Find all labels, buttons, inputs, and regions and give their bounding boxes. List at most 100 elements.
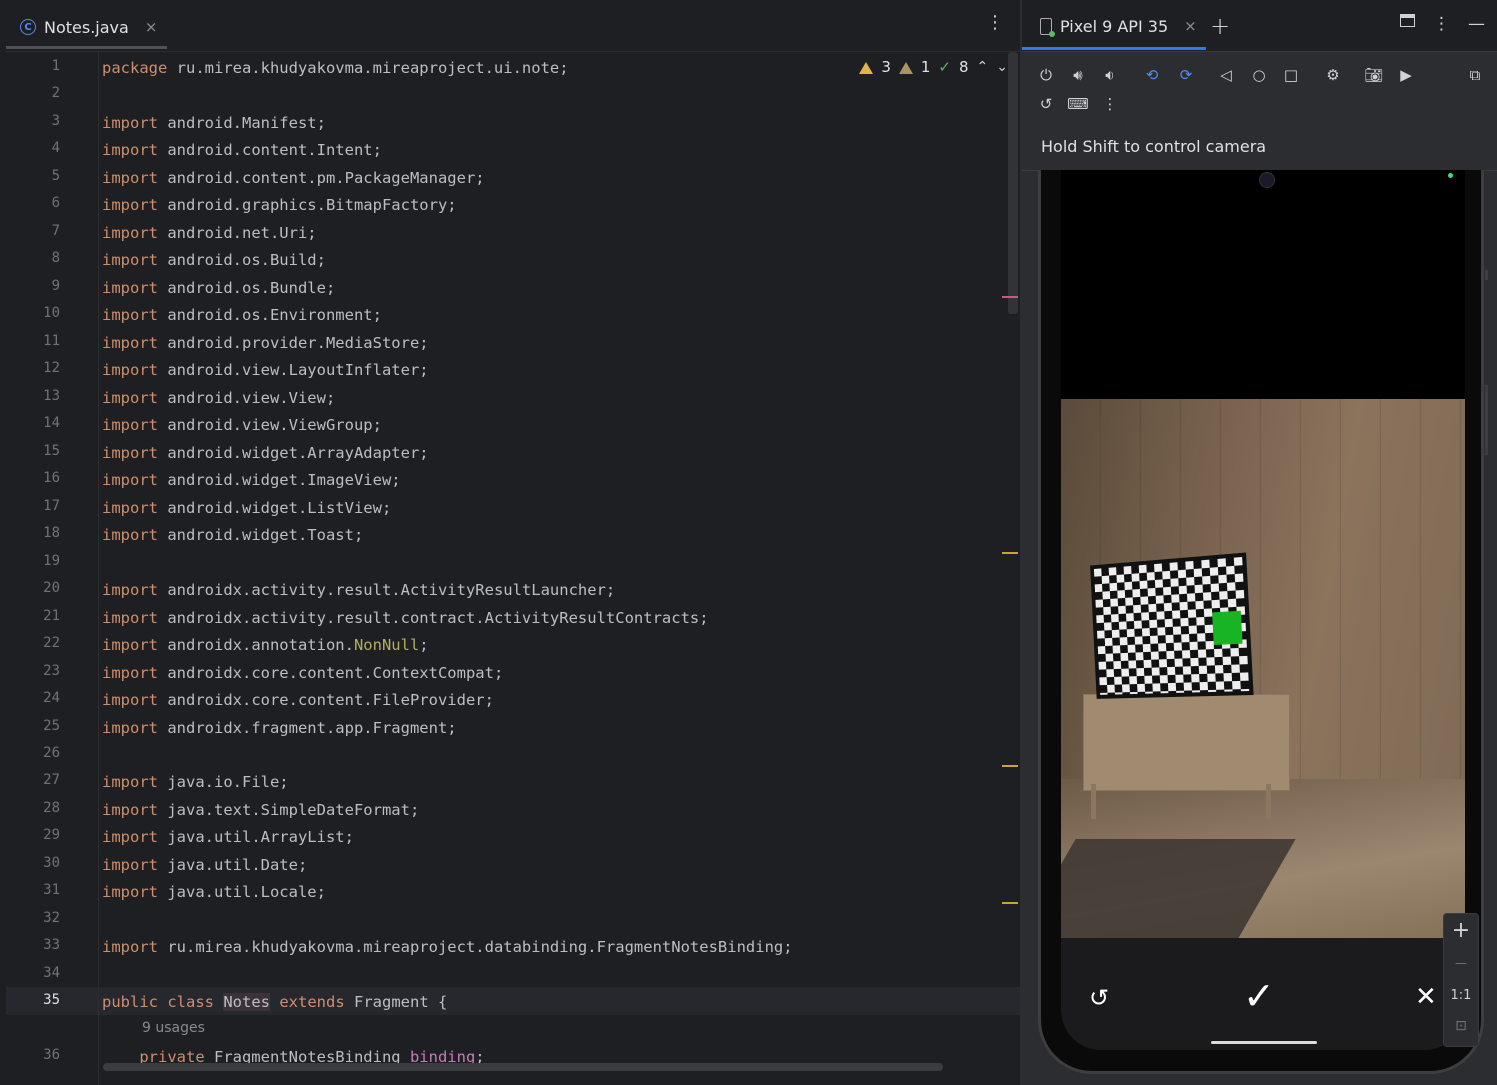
line-number: 24 xyxy=(43,690,60,707)
phone-frame: ↺ ✓ ✕ xyxy=(1038,170,1488,1074)
line-number: 6 xyxy=(51,195,60,212)
code-token: java.util.Date; xyxy=(167,855,308,874)
close-device-tab-icon[interactable]: × xyxy=(1184,17,1197,35)
phone-side-button xyxy=(1485,270,1488,280)
code-line[interactable]: import android.widget.ImageView; xyxy=(102,468,401,492)
zoom-actual-size-button[interactable]: 1:1 xyxy=(1444,988,1478,1003)
emulator-toolbar: ⏻ 🔊︎ 🔉︎ ⟲ ⟳ ◁ ○ □ ⚙ 📷︎ ▶ ⧉ ↺ ⌨ ⋮ xyxy=(1022,52,1497,126)
editor-tab-notes-java[interactable]: C Notes.java × xyxy=(12,10,165,44)
code-line[interactable]: import java.util.Locale; xyxy=(102,880,326,904)
line-number: 36 xyxy=(43,1047,60,1064)
code-line[interactable]: public class Notes extends Fragment { xyxy=(102,990,447,1014)
code-line[interactable]: import android.view.ViewGroup; xyxy=(102,413,382,437)
active-device-tab-indicator xyxy=(1022,47,1206,50)
line-number: 5 xyxy=(51,167,60,184)
code-line[interactable]: package ru.mirea.khudyakovma.mireaprojec… xyxy=(102,56,569,80)
window-layout-icon[interactable] xyxy=(1400,14,1415,27)
rotate-left-icon[interactable]: ⟲ xyxy=(1141,64,1163,86)
code-token: java.util.ArrayList; xyxy=(167,828,354,847)
zoom-out-button[interactable]: — xyxy=(1444,956,1478,970)
code-token: android.widget.ListView; xyxy=(167,498,392,517)
code-line[interactable]: import android.view.View; xyxy=(102,386,335,410)
code-token: androidx.activity.result.ActivityResultL… xyxy=(167,581,616,600)
home-icon[interactable]: ○ xyxy=(1248,64,1270,86)
code-line[interactable]: import androidx.activity.result.Activity… xyxy=(102,578,615,602)
retake-icon[interactable]: ↺ xyxy=(1089,984,1109,1012)
snapshot-icon[interactable]: ↺ xyxy=(1035,93,1057,115)
warning-stripe-mark[interactable] xyxy=(1002,902,1018,904)
previous-highlight-icon[interactable]: ⌃ xyxy=(977,59,989,75)
overview-icon[interactable]: □ xyxy=(1280,64,1302,86)
code-token: androidx.core.content.ContextCompat; xyxy=(167,663,504,682)
code-line[interactable]: import android.content.Intent; xyxy=(102,138,382,162)
warning-stripe-mark[interactable] xyxy=(1002,552,1018,554)
toolbar-more-icon[interactable]: ⋮ xyxy=(1099,93,1121,115)
code-line[interactable]: import android.widget.ArrayAdapter; xyxy=(102,441,429,465)
warning-stripe-mark[interactable] xyxy=(1002,765,1018,767)
add-device-icon[interactable]: + xyxy=(1210,12,1230,40)
usages-hint[interactable]: 9 usages xyxy=(142,1020,205,1036)
screen-record-icon[interactable]: ▶ xyxy=(1395,64,1417,86)
zoom-fit-icon[interactable]: ⊡ xyxy=(1444,1018,1478,1034)
code-area[interactable]: package ru.mirea.khudyakovma.mireaprojec… xyxy=(102,52,1002,1085)
code-line[interactable]: import androidx.annotation.NonNull; xyxy=(102,633,429,657)
code-line[interactable]: import android.net.Uri; xyxy=(102,221,317,245)
device-phone-icon xyxy=(1040,17,1055,37)
code-line[interactable]: import android.content.pm.PackageManager… xyxy=(102,166,485,190)
code-line[interactable]: import androidx.activity.result.contract… xyxy=(102,606,709,630)
code-line[interactable]: import android.Manifest; xyxy=(102,111,326,135)
cancel-photo-icon[interactable]: ✕ xyxy=(1415,982,1437,1012)
code-line[interactable]: import android.graphics.BitmapFactory; xyxy=(102,193,457,217)
code-line[interactable]: import java.io.File; xyxy=(102,770,289,794)
code-token: import xyxy=(102,168,168,187)
editor-more-icon[interactable]: ⋮ xyxy=(986,14,1004,32)
code-line[interactable]: import androidx.core.content.FileProvide… xyxy=(102,688,494,712)
code-line[interactable]: import android.os.Bundle; xyxy=(102,276,335,300)
volume-up-icon[interactable]: 🔊︎ xyxy=(1067,64,1089,86)
code-line[interactable]: import android.os.Environment; xyxy=(102,303,382,327)
extended-controls-icon[interactable]: ⧉ xyxy=(1464,64,1486,86)
code-token: import xyxy=(102,141,168,160)
warning-count: 3 xyxy=(881,58,891,76)
code-line[interactable]: import ru.mirea.khudyakovma.mireaproject… xyxy=(102,935,793,959)
code-line[interactable]: import android.os.Build; xyxy=(102,248,326,272)
accept-photo-icon[interactable]: ✓ xyxy=(1243,974,1275,1018)
phone-screen[interactable]: ↺ ✓ ✕ xyxy=(1061,170,1465,1050)
zoom-in-button[interactable]: + xyxy=(1444,918,1478,943)
cabinet-leg xyxy=(1091,784,1096,819)
minimize-icon[interactable]: — xyxy=(1468,14,1485,34)
code-line[interactable]: import java.util.ArrayList; xyxy=(102,825,354,849)
code-line[interactable]: import android.widget.ListView; xyxy=(102,496,391,520)
rotate-right-icon[interactable]: ⟳ xyxy=(1175,64,1197,86)
device-settings-icon[interactable]: ⚙ xyxy=(1322,64,1344,86)
horizontal-scrollbar[interactable] xyxy=(103,1063,943,1071)
code-line[interactable]: import android.provider.MediaStore; xyxy=(102,331,429,355)
code-token: android.view.LayoutInflater; xyxy=(167,361,429,380)
keyboard-icon[interactable]: ⌨ xyxy=(1067,93,1089,115)
next-highlight-icon[interactable]: ⌄ xyxy=(996,59,1008,75)
power-icon[interactable]: ⏻ xyxy=(1035,64,1057,86)
device-tab-pixel9[interactable]: Pixel 9 API 35 × xyxy=(1030,8,1207,44)
code-token: import xyxy=(102,251,168,270)
code-line[interactable]: import androidx.core.content.ContextComp… xyxy=(102,661,503,685)
vertical-scrollbar[interactable] xyxy=(1008,52,1018,314)
device-more-icon[interactable]: ⋮ xyxy=(1433,14,1450,34)
code-line[interactable]: import androidx.fragment.app.Fragment; xyxy=(102,716,457,740)
line-number: 21 xyxy=(43,607,60,624)
code-line[interactable]: import java.util.Date; xyxy=(102,853,307,877)
code-line[interactable]: import java.text.SimpleDateFormat; xyxy=(102,798,419,822)
volume-down-icon[interactable]: 🔉︎ xyxy=(1099,64,1121,86)
gesture-home-bar[interactable] xyxy=(1211,1041,1317,1044)
green-marker xyxy=(1212,610,1243,645)
code-line[interactable]: import android.widget.Toast; xyxy=(102,523,363,547)
code-token: android.provider.MediaStore; xyxy=(167,333,429,352)
back-icon[interactable]: ◁ xyxy=(1215,64,1237,86)
code-line[interactable]: import android.view.LayoutInflater; xyxy=(102,358,429,382)
error-stripe-mark[interactable] xyxy=(1002,296,1018,298)
line-number: 35 xyxy=(43,992,60,1009)
close-tab-icon[interactable]: × xyxy=(145,18,158,36)
inspection-widget[interactable]: 3 1 ✓ 8 ⌃ ⌄ xyxy=(859,58,1008,76)
camera-preview xyxy=(1061,399,1465,938)
screenshot-icon[interactable]: 📷︎ xyxy=(1363,64,1385,86)
code-token: NonNull xyxy=(353,636,420,655)
